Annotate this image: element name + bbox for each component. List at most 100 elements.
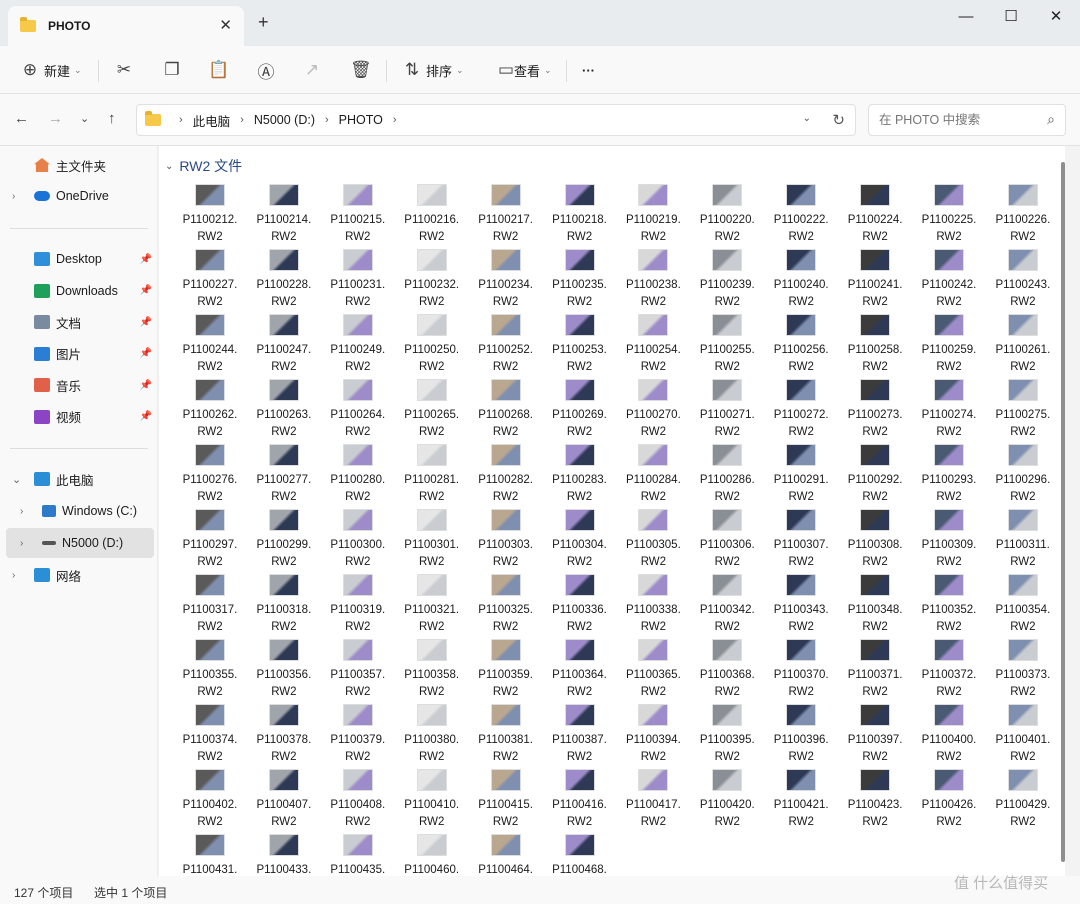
file-item[interactable]: P1100283. RW2 xyxy=(543,444,617,506)
file-item[interactable]: P1100274. RW2 xyxy=(912,379,986,441)
file-item[interactable]: P1100348. RW2 xyxy=(838,574,912,636)
file-item[interactable]: P1100368. RW2 xyxy=(690,639,764,701)
chevron-down-icon[interactable]: ⌄ xyxy=(12,473,21,486)
file-item[interactable]: P1100255. RW2 xyxy=(690,314,764,376)
search-icon[interactable]: ⌕ xyxy=(1047,111,1055,128)
file-item[interactable]: P1100379. RW2 xyxy=(321,704,395,766)
sidebar-item-drive-d[interactable]: › N5000 (D:) xyxy=(6,528,154,558)
file-item[interactable]: P1100249. RW2 xyxy=(321,314,395,376)
file-item[interactable]: P1100370. RW2 xyxy=(764,639,838,701)
file-item[interactable]: P1100250. RW2 xyxy=(395,314,469,376)
file-item[interactable]: P1100396. RW2 xyxy=(764,704,838,766)
file-item[interactable]: P1100365. RW2 xyxy=(616,639,690,701)
pin-icon[interactable]: 📌 xyxy=(140,411,152,422)
file-item[interactable]: P1100415. RW2 xyxy=(469,769,543,831)
file-item[interactable]: P1100238. RW2 xyxy=(616,249,690,311)
file-item[interactable]: P1100269. RW2 xyxy=(543,379,617,441)
file-item[interactable]: P1100373. RW2 xyxy=(986,639,1060,701)
file-item[interactable]: P1100291. RW2 xyxy=(764,444,838,506)
file-item[interactable]: P1100268. RW2 xyxy=(469,379,543,441)
file-item[interactable]: P1100228. RW2 xyxy=(247,249,321,311)
file-item[interactable]: P1100342. RW2 xyxy=(690,574,764,636)
chevron-right-icon[interactable]: › xyxy=(20,538,23,549)
file-item[interactable]: P1100272. RW2 xyxy=(764,379,838,441)
file-item[interactable]: P1100239. RW2 xyxy=(690,249,764,311)
new-tab-button[interactable]: + xyxy=(258,12,269,33)
sidebar-item-network[interactable]: › 网络 xyxy=(0,560,156,590)
search-input[interactable] xyxy=(869,105,1029,135)
file-item[interactable]: P1100311. RW2 xyxy=(986,509,1060,571)
file-item[interactable]: P1100397. RW2 xyxy=(838,704,912,766)
file-item[interactable]: P1100371. RW2 xyxy=(838,639,912,701)
file-item[interactable]: P1100297. RW2 xyxy=(173,509,247,571)
address-dropdown-icon[interactable]: ⌄ xyxy=(803,113,811,124)
file-item[interactable]: P1100219. RW2 xyxy=(616,184,690,246)
file-item[interactable]: P1100232. RW2 xyxy=(395,249,469,311)
file-item[interactable]: P1100305. RW2 xyxy=(616,509,690,571)
file-item[interactable]: P1100226. RW2 xyxy=(986,184,1060,246)
file-item[interactable]: P1100242. RW2 xyxy=(912,249,986,311)
pin-icon[interactable]: 📌 xyxy=(140,254,152,265)
file-item[interactable]: P1100261. RW2 xyxy=(986,314,1060,376)
recent-chevron-icon[interactable]: ⌄ xyxy=(80,112,89,125)
file-item[interactable]: P1100293. RW2 xyxy=(912,444,986,506)
breadcrumb-drive[interactable]: N5000 (D:) xyxy=(254,113,315,127)
delete-button[interactable]: 🗑 xyxy=(350,56,372,84)
chevron-right-icon[interactable]: › xyxy=(12,191,15,202)
file-item[interactable]: P1100358. RW2 xyxy=(395,639,469,701)
file-item[interactable]: P1100357. RW2 xyxy=(321,639,395,701)
pin-icon[interactable]: 📌 xyxy=(140,285,152,296)
paste-button[interactable]: 📋 xyxy=(208,56,229,84)
file-item[interactable]: P1100218. RW2 xyxy=(543,184,617,246)
file-item[interactable]: P1100254. RW2 xyxy=(616,314,690,376)
pin-icon[interactable]: 📌 xyxy=(140,380,152,391)
file-item[interactable]: P1100300. RW2 xyxy=(321,509,395,571)
file-item[interactable]: P1100225. RW2 xyxy=(912,184,986,246)
breadcrumb-this-pc[interactable]: 此电脑 xyxy=(193,111,231,130)
file-item[interactable]: P1100309. RW2 xyxy=(912,509,986,571)
file-item[interactable]: P1100387. RW2 xyxy=(543,704,617,766)
sort-button[interactable]: ⇅ 排序 ⌄ xyxy=(402,56,464,84)
file-item[interactable]: P1100303. RW2 xyxy=(469,509,543,571)
file-item[interactable]: P1100317. RW2 xyxy=(173,574,247,636)
file-item[interactable]: P1100380. RW2 xyxy=(395,704,469,766)
file-item[interactable]: P1100319. RW2 xyxy=(321,574,395,636)
file-item[interactable]: P1100216. RW2 xyxy=(395,184,469,246)
file-item[interactable]: P1100280. RW2 xyxy=(321,444,395,506)
breadcrumb-photo[interactable]: PHOTO xyxy=(339,113,383,127)
file-item[interactable]: P1100275. RW2 xyxy=(986,379,1060,441)
file-item[interactable]: P1100244. RW2 xyxy=(173,314,247,376)
file-item[interactable]: P1100263. RW2 xyxy=(247,379,321,441)
search-box[interactable]: ⌕ xyxy=(868,104,1066,136)
file-item[interactable]: P1100282. RW2 xyxy=(469,444,543,506)
file-item[interactable]: P1100259. RW2 xyxy=(912,314,986,376)
file-item[interactable]: P1100356. RW2 xyxy=(247,639,321,701)
scrollbar[interactable] xyxy=(1061,162,1065,862)
sidebar-item-视频[interactable]: 视频 📌 xyxy=(0,402,156,432)
file-item[interactable]: P1100318. RW2 xyxy=(247,574,321,636)
up-arrow-icon[interactable]: ↑ xyxy=(108,110,116,127)
file-item[interactable]: P1100270. RW2 xyxy=(616,379,690,441)
file-item[interactable]: P1100241. RW2 xyxy=(838,249,912,311)
chevron-right-icon[interactable]: › xyxy=(12,570,15,581)
file-item[interactable]: P1100308. RW2 xyxy=(838,509,912,571)
file-item[interactable]: P1100400. RW2 xyxy=(912,704,986,766)
file-item[interactable]: P1100420. RW2 xyxy=(690,769,764,831)
file-item[interactable]: P1100395. RW2 xyxy=(690,704,764,766)
file-item[interactable]: P1100374. RW2 xyxy=(173,704,247,766)
file-item[interactable]: P1100240. RW2 xyxy=(764,249,838,311)
file-item[interactable]: P1100262. RW2 xyxy=(173,379,247,441)
file-item[interactable]: P1100372. RW2 xyxy=(912,639,986,701)
file-item[interactable]: P1100264. RW2 xyxy=(321,379,395,441)
address-bar[interactable]: › 此电脑 › N5000 (D:) › PHOTO › ⌄ ↻ xyxy=(136,104,856,136)
file-item[interactable]: P1100252. RW2 xyxy=(469,314,543,376)
file-item[interactable]: P1100258. RW2 xyxy=(838,314,912,376)
chevron-down-icon[interactable]: ⌄ xyxy=(165,161,173,172)
copy-button[interactable]: ❐ xyxy=(162,56,182,84)
pin-icon[interactable]: 📌 xyxy=(140,348,152,359)
file-item[interactable]: P1100271. RW2 xyxy=(690,379,764,441)
file-item[interactable]: P1100234. RW2 xyxy=(469,249,543,311)
share-button[interactable]: ↗ xyxy=(302,56,322,84)
sidebar-item-downloads[interactable]: Downloads 📌 xyxy=(0,276,156,306)
sidebar-item-图片[interactable]: 图片 📌 xyxy=(0,339,156,369)
